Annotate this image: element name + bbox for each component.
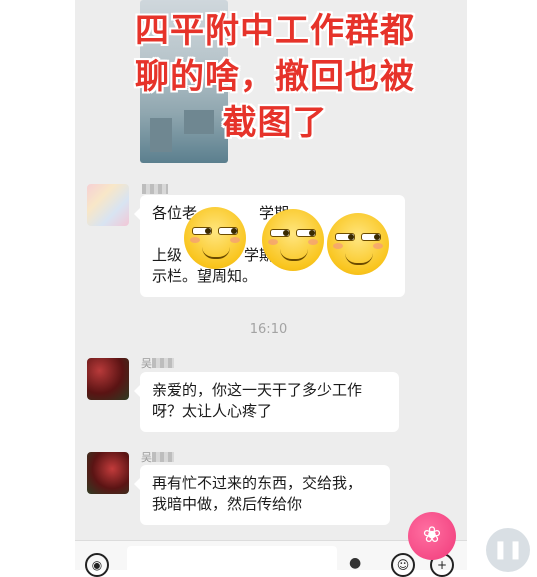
sender-name-pixelated xyxy=(152,452,174,462)
voice-icon[interactable]: ◉ xyxy=(85,553,109,577)
message-line: 再有忙不过来的东西，交给我， xyxy=(152,474,363,492)
emoji-face-icon[interactable]: ☺ xyxy=(391,553,415,577)
headline-line-3: 截图了 xyxy=(222,103,328,143)
message-line: 亲爱的，你这一天干了多少工作 xyxy=(152,381,363,399)
smirk-emoji-icon xyxy=(327,213,389,275)
message-input[interactable] xyxy=(127,546,337,576)
smirk-emoji-icon xyxy=(184,207,246,269)
chat-input-bar: ◉ ● ☺ + xyxy=(75,540,467,577)
sender-name: 吴 xyxy=(141,357,152,370)
headline-line-2: 聊的啥，撤回也被 xyxy=(135,57,415,97)
message-bubble[interactable]: 亲爱的，你这一天干了多少工作 呀？太让人心疼了 xyxy=(134,372,399,432)
sender-name: 吴 xyxy=(141,451,152,464)
message-bubble[interactable]: 再有忙不过来的东西，交给我， 我暗中做，然后传给你 xyxy=(134,465,390,525)
headline-overlay: 四平附中工作群都 聊的啥，撤回也被 截图了 xyxy=(110,8,440,146)
message-line: 呀？太让人心疼了 xyxy=(152,402,273,420)
message-timestamp: 16:10 xyxy=(249,322,288,337)
avatar[interactable] xyxy=(87,358,129,400)
sender-name-pixelated xyxy=(152,358,174,368)
avatar[interactable] xyxy=(87,452,129,494)
avatar[interactable] xyxy=(87,184,129,226)
watermark-logo-icon: ❀ xyxy=(408,512,456,560)
pause-icon[interactable]: ❚❚ xyxy=(486,528,530,572)
headline-line-1: 四平附中工作群都 xyxy=(135,11,415,51)
message-line: 我暗中做，然后传给你 xyxy=(152,495,303,513)
sender-name-pixelated xyxy=(142,184,168,194)
smirk-emoji-icon xyxy=(262,209,324,271)
